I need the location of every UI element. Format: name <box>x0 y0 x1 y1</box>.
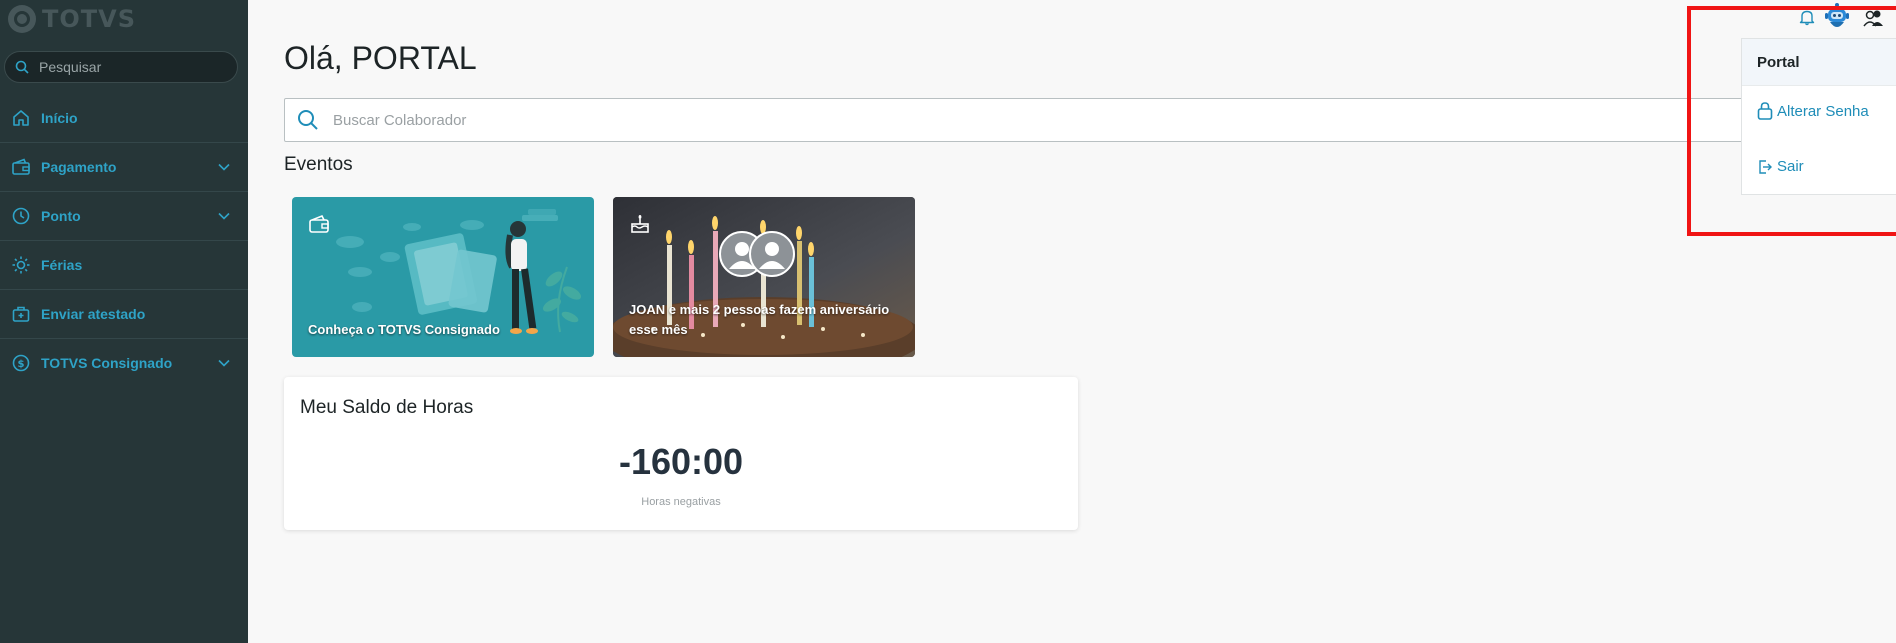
page-title: Olá, PORTAL <box>284 40 477 76</box>
events-title: Eventos <box>284 154 353 175</box>
svg-text:$: $ <box>18 359 25 370</box>
sidebar-item-enviar-atestado[interactable]: Enviar atestado <box>0 289 248 338</box>
chevron-down-icon[interactable] <box>216 159 232 175</box>
sidebar-item-label: Enviar atestado <box>41 306 146 322</box>
brand-logo[interactable]: TOTVS <box>8 3 136 35</box>
sidebar-item-label: Férias <box>41 257 83 273</box>
hours-balance-title: Meu Saldo de Horas <box>300 397 474 418</box>
medical-bag-icon <box>10 303 32 325</box>
event-card-birthdays[interactable]: JOAN e mais 2 pessoas fazem aniversário … <box>613 197 915 357</box>
sidebar-menu: Início Pagamento Ponto Férias Enviar ate… <box>0 94 248 387</box>
sidebar-item-label: Pagamento <box>41 159 117 175</box>
search-icon <box>297 109 319 131</box>
search-icon <box>15 60 29 74</box>
wallet-icon <box>10 156 32 178</box>
birthday-avatars <box>719 231 809 281</box>
sidebar-item-label: Início <box>41 110 78 126</box>
totvs-logo-icon <box>8 5 36 33</box>
sidebar-item-ferias[interactable]: Férias <box>0 240 248 289</box>
sidebar-item-inicio[interactable]: Início <box>0 94 248 142</box>
wallet-icon <box>308 213 330 235</box>
sidebar-search[interactable] <box>4 51 238 83</box>
sidebar-item-label: TOTVS Consignado <box>41 355 173 371</box>
cake-icon <box>629 213 651 235</box>
employee-search[interactable] <box>284 98 1834 142</box>
event-card-caption: Conheça o TOTVS Consignado <box>308 322 500 337</box>
highlight-annotation-box <box>1687 6 1896 236</box>
dollar-circle-icon: $ <box>10 352 32 374</box>
sidebar: TOTVS Início Pagamento Ponto <box>0 0 248 643</box>
clock-icon <box>10 205 32 227</box>
hours-balance-label: Horas negativas <box>641 496 721 508</box>
main-content: Olá, PORTAL Eventos <box>248 0 1896 643</box>
chevron-down-icon[interactable] <box>216 355 232 371</box>
sidebar-search-input[interactable] <box>37 58 221 76</box>
event-card-consignado[interactable]: Conheça o TOTVS Consignado <box>292 197 594 357</box>
hours-balance-card: Meu Saldo de Horas -160:00 Horas negativ… <box>284 377 1078 530</box>
sidebar-item-ponto[interactable]: Ponto <box>0 191 248 240</box>
brand-name: TOTVS <box>42 5 137 33</box>
chevron-down-icon[interactable] <box>216 208 232 224</box>
employee-search-input[interactable] <box>331 110 1735 130</box>
sidebar-item-label: Ponto <box>41 208 81 224</box>
event-card-caption: JOAN e mais 2 pessoas fazem aniversário … <box>629 302 890 337</box>
sun-icon <box>10 254 32 276</box>
avatar[interactable] <box>749 231 795 277</box>
sidebar-item-pagamento[interactable]: Pagamento <box>0 142 248 191</box>
sidebar-item-totvs-consignado[interactable]: $ TOTVS Consignado <box>0 338 248 387</box>
home-icon <box>10 107 32 129</box>
hours-balance-value: -160:00 <box>618 441 744 482</box>
